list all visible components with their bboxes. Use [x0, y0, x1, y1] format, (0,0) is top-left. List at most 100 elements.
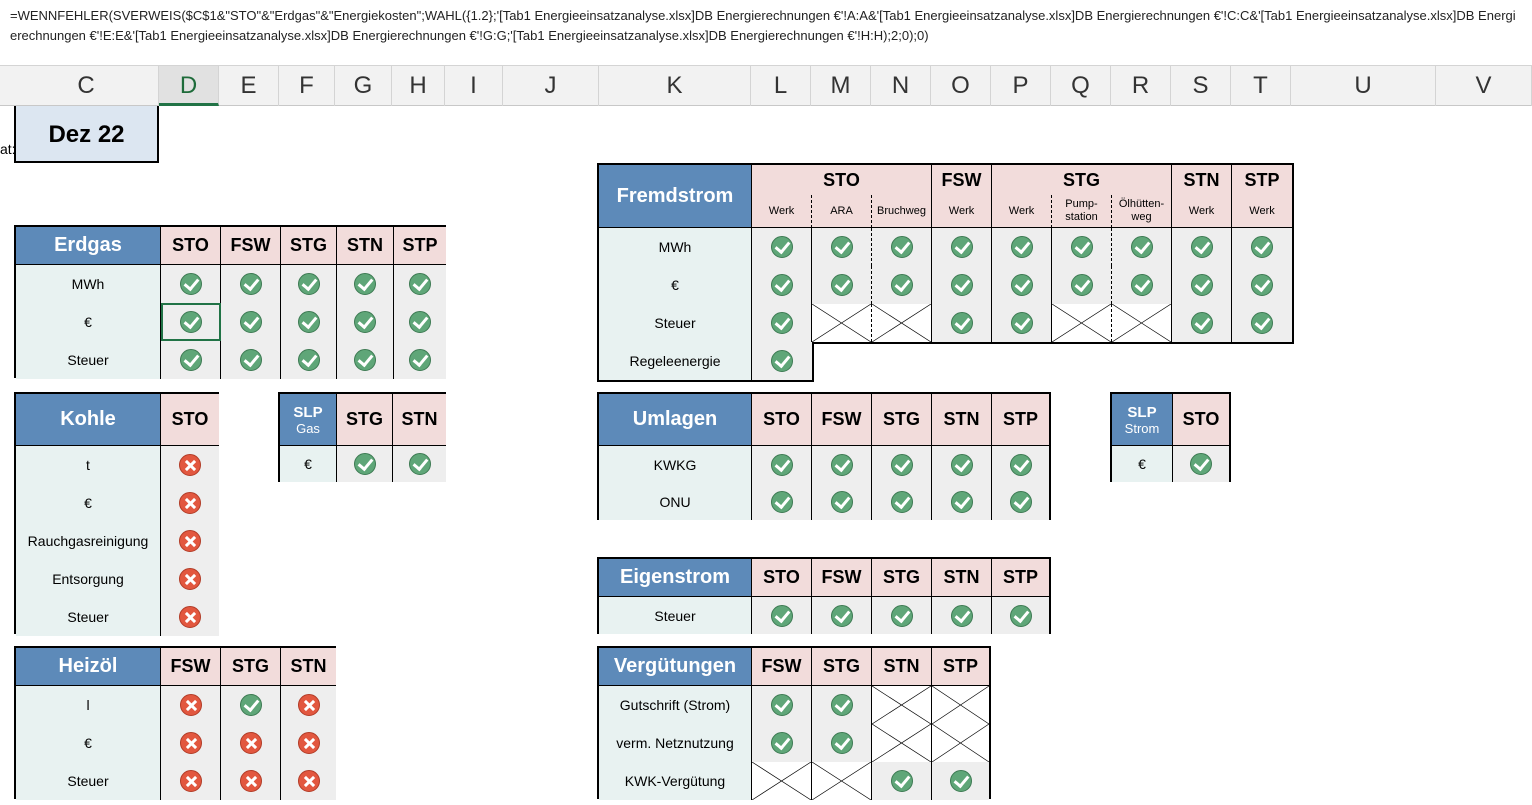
- status-cell[interactable]: [394, 265, 446, 303]
- status-cell[interactable]: [393, 446, 446, 482]
- status-cell[interactable]: [812, 762, 872, 800]
- status-cell[interactable]: [752, 724, 812, 762]
- status-cell[interactable]: [1172, 266, 1232, 304]
- status-cell[interactable]: [872, 266, 932, 304]
- status-cell[interactable]: [812, 266, 872, 304]
- status-cell[interactable]: [992, 304, 1052, 342]
- status-cell[interactable]: [281, 762, 336, 800]
- status-cell[interactable]: [1112, 266, 1172, 304]
- status-cell[interactable]: [932, 483, 992, 520]
- status-cell[interactable]: [1052, 304, 1112, 342]
- status-cell[interactable]: [752, 304, 812, 342]
- status-cell[interactable]: [872, 686, 932, 724]
- status-cell[interactable]: [1232, 266, 1292, 304]
- status-cell[interactable]: [221, 303, 281, 341]
- status-cell[interactable]: [1052, 228, 1112, 266]
- status-cell[interactable]: [281, 341, 337, 379]
- status-cell[interactable]: [1172, 228, 1232, 266]
- status-cell[interactable]: [812, 686, 872, 724]
- date-cell[interactable]: Dez 22: [14, 106, 159, 163]
- status-cell[interactable]: [752, 266, 812, 304]
- status-cell[interactable]: [932, 304, 992, 342]
- status-cell[interactable]: [221, 686, 281, 724]
- status-cell[interactable]: [812, 446, 872, 483]
- column-header-m[interactable]: M: [811, 66, 871, 106]
- status-cell[interactable]: [992, 597, 1049, 634]
- column-header-l[interactable]: L: [751, 66, 811, 106]
- column-header-o[interactable]: O: [931, 66, 991, 106]
- column-header-u[interactable]: U: [1291, 66, 1436, 106]
- status-cell[interactable]: [932, 724, 989, 762]
- column-header-d[interactable]: D: [159, 66, 219, 106]
- column-header-p[interactable]: P: [991, 66, 1051, 106]
- column-header-q[interactable]: Q: [1051, 66, 1111, 106]
- column-header-s[interactable]: S: [1171, 66, 1231, 106]
- status-cell[interactable]: [752, 228, 812, 266]
- status-cell[interactable]: [932, 686, 989, 724]
- status-cell[interactable]: [281, 303, 337, 341]
- status-cell[interactable]: [161, 522, 219, 560]
- status-cell[interactable]: [337, 341, 394, 379]
- status-cell[interactable]: [752, 446, 812, 483]
- status-cell[interactable]: [872, 304, 932, 342]
- column-header-g[interactable]: G: [335, 66, 392, 106]
- status-cell[interactable]: [221, 762, 281, 800]
- status-cell[interactable]: [221, 265, 281, 303]
- column-header-n[interactable]: N: [871, 66, 931, 106]
- status-cell[interactable]: [872, 762, 932, 800]
- status-cell[interactable]: [337, 265, 394, 303]
- status-cell[interactable]: [394, 341, 446, 379]
- status-cell[interactable]: [161, 598, 219, 636]
- column-header-i[interactable]: I: [445, 66, 503, 106]
- status-cell[interactable]: [337, 303, 394, 341]
- status-cell[interactable]: [932, 762, 989, 800]
- status-cell[interactable]: [161, 303, 221, 341]
- status-cell[interactable]: [1232, 304, 1292, 342]
- status-cell[interactable]: [221, 341, 281, 379]
- status-cell[interactable]: [281, 265, 337, 303]
- status-cell[interactable]: [752, 762, 812, 800]
- status-cell[interactable]: [752, 597, 812, 634]
- status-cell[interactable]: [872, 724, 932, 762]
- column-header-c[interactable]: C: [14, 66, 159, 106]
- status-cell[interactable]: [161, 724, 221, 762]
- column-header-h[interactable]: H: [392, 66, 445, 106]
- status-cell[interactable]: [161, 762, 221, 800]
- column-header-k[interactable]: K: [599, 66, 751, 106]
- status-cell[interactable]: [812, 597, 872, 634]
- status-cell[interactable]: [872, 228, 932, 266]
- status-cell[interactable]: [161, 446, 219, 484]
- status-cell[interactable]: [161, 484, 219, 522]
- status-cell[interactable]: [161, 265, 221, 303]
- status-cell[interactable]: [932, 228, 992, 266]
- column-header-v[interactable]: V: [1436, 66, 1532, 106]
- column-header-j[interactable]: J: [503, 66, 599, 106]
- status-cell[interactable]: [752, 483, 812, 520]
- status-cell[interactable]: [221, 724, 281, 762]
- formula-bar[interactable]: =WENNFEHLER(SVERWEIS($C$1&"STO"&"Erdgas"…: [0, 0, 1532, 66]
- column-header-f[interactable]: F: [279, 66, 335, 106]
- status-cell[interactable]: [161, 341, 221, 379]
- status-cell[interactable]: [812, 304, 872, 342]
- status-cell[interactable]: [1232, 228, 1292, 266]
- status-cell[interactable]: [812, 724, 872, 762]
- status-cell[interactable]: [752, 342, 812, 380]
- status-cell[interactable]: [812, 483, 872, 520]
- status-cell[interactable]: [992, 228, 1052, 266]
- status-cell[interactable]: [932, 446, 992, 483]
- status-cell[interactable]: [1173, 446, 1229, 482]
- status-cell[interactable]: [872, 483, 932, 520]
- status-cell[interactable]: [992, 483, 1049, 520]
- status-cell[interactable]: [161, 686, 221, 724]
- status-cell[interactable]: [872, 446, 932, 483]
- status-cell[interactable]: [1112, 304, 1172, 342]
- status-cell[interactable]: [281, 724, 336, 762]
- column-header-r[interactable]: R: [1111, 66, 1171, 106]
- status-cell[interactable]: [752, 686, 812, 724]
- column-header-e[interactable]: E: [219, 66, 279, 106]
- status-cell[interactable]: [932, 597, 992, 634]
- status-cell[interactable]: [394, 303, 446, 341]
- status-cell[interactable]: [1172, 304, 1232, 342]
- status-cell[interactable]: [1052, 266, 1112, 304]
- status-cell[interactable]: [932, 266, 992, 304]
